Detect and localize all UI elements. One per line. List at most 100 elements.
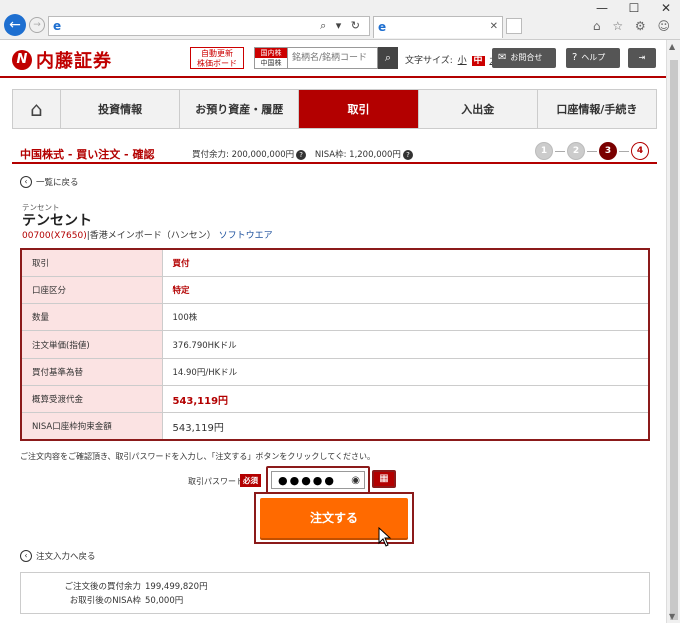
row-value: 543,119円 <box>162 412 649 441</box>
nisa-after-label: お取引後のNISA枠 <box>69 596 141 606</box>
table-row: 数量 100株 <box>21 303 649 332</box>
back-to-input-link[interactable]: ‹ 注文入力へ戻る <box>20 550 96 562</box>
order-summary-box: ご注文後の買付余力 199,499,820円 お取引後のNISA枠 50,000円 <box>20 572 650 614</box>
buying-power-after-label: ご注文後の買付余力 <box>64 582 141 592</box>
address-tools[interactable]: ⌕ ▾ ↻ <box>320 19 363 33</box>
back-to-list-label: 一覧に戻る <box>36 178 79 188</box>
help-circle-icon[interactable]: ? <box>402 149 413 160</box>
logo-mark: N <box>12 50 32 70</box>
stock-sector-link[interactable]: ソフトウエア <box>219 231 273 241</box>
nav-item-account-info[interactable]: 口座情報/手続き <box>537 90 657 128</box>
page-title-bar: 中国株式 - 買い注文 - 確認 買付余力: 200,000,000円? NIS… <box>12 142 657 164</box>
account-info: 買付余力: 200,000,000円? NISA枠: 1,200,000円? <box>192 148 419 160</box>
nav-item-trade[interactable]: 取引 <box>299 90 419 128</box>
back-to-input-label: 注文入力へ戻る <box>36 552 96 562</box>
password-field-wrap: ◉ <box>266 466 370 494</box>
minimize-button[interactable]: — <box>594 1 610 15</box>
font-mid-button[interactable]: 中 <box>471 56 485 66</box>
row-value: 14.90円/HKドル <box>162 358 649 386</box>
step-3: 3 <box>599 142 617 160</box>
market-selector[interactable]: 国内株 中国株 <box>254 47 288 69</box>
table-row: 概算受渡代金 543,119円 <box>21 385 649 414</box>
main-nav: ⌂ 投資情報 お預り資産・履歴 取引 入出金 口座情報/手続き <box>12 89 657 129</box>
mouse-cursor-icon <box>378 527 392 547</box>
help-circle-icon[interactable]: ? <box>296 149 307 160</box>
help-label: ヘルプ <box>581 53 606 62</box>
stock-name: テンセント <box>22 213 92 229</box>
back-arrow-icon[interactable]: ← <box>4 14 26 36</box>
table-row: 注文単価(指値) 376.790HKドル <box>21 330 649 359</box>
search-icon[interactable]: ⌕ <box>378 47 398 69</box>
nav-item-deposit-withdraw[interactable]: 入出金 <box>418 90 538 128</box>
required-badge: 必須 <box>240 474 261 487</box>
buying-power-after-value: 199,499,820円 <box>145 582 208 592</box>
stock-search-input[interactable] <box>288 47 378 69</box>
font-small-button[interactable]: 小 <box>458 56 467 66</box>
step-4: 4 <box>631 142 649 160</box>
market-domestic[interactable]: 国内株 <box>255 48 287 58</box>
row-key: 買付基準為替 <box>21 358 163 386</box>
font-size-label: 文字サイズ: <box>405 56 453 66</box>
tab-close-icon[interactable]: ✕ <box>490 21 498 32</box>
row-key: 数量 <box>21 303 163 332</box>
page-title: 中国株式 - 買い注文 - 確認 <box>20 148 155 161</box>
row-key: 口座区分 <box>21 276 163 305</box>
back-to-list-link[interactable]: ‹ 一覧に戻る <box>20 176 79 188</box>
auto-update-line2: 株価ボード <box>197 59 237 68</box>
row-key: 取引 <box>21 249 163 277</box>
password-label: 取引パスワード <box>188 477 244 486</box>
row-key: NISA口座枠拘束金額 <box>21 412 163 441</box>
table-row: 買付基準為替 14.90円/HKドル <box>21 358 649 386</box>
close-window-button[interactable]: ✕ <box>658 1 674 15</box>
help-button[interactable]: ? ヘルプ <box>566 48 620 68</box>
eye-icon[interactable]: ◉ <box>351 475 360 486</box>
stock-meta: 00700(X7650)|香港メインボード（ハンセン） ソフトウエア <box>22 228 273 241</box>
contact-label: お問合せ <box>510 53 543 62</box>
nav-item-investment-info[interactable]: 投資情報 <box>61 90 181 128</box>
table-row: 取引 買付 <box>21 249 649 277</box>
market-china[interactable]: 中国株 <box>255 58 287 68</box>
question-icon: ? <box>572 52 578 63</box>
scroll-thumb[interactable] <box>670 60 678 620</box>
logo[interactable]: N 内藤証券 <box>12 47 112 73</box>
instruction-text: ご注文内容をご確認頂き、取引パスワードを入力し、「注文する」ボタンをクリックして… <box>20 452 375 461</box>
step-1: 1 <box>535 142 553 160</box>
auto-update-board-button[interactable]: 自動更新 株価ボード <box>190 47 244 69</box>
scroll-up-icon[interactable]: ▲ <box>669 42 675 51</box>
step-indicator: 1 2 3 4 <box>535 142 649 160</box>
table-row: NISA口座枠拘束金額 543,119円 <box>21 412 649 441</box>
chevron-left-icon: ‹ <box>20 176 32 188</box>
home-icon[interactable]: ⌂ <box>13 90 61 128</box>
mail-icon: ✉ <box>498 52 507 63</box>
chevron-left-icon: ‹ <box>20 550 32 562</box>
row-value: 543,119円 <box>162 385 649 414</box>
browser-tab[interactable]: e ✕ <box>373 16 503 38</box>
logo-text: 内藤証券 <box>36 51 112 72</box>
row-value: 特定 <box>162 276 649 305</box>
forward-arrow-icon[interactable]: → <box>29 17 45 33</box>
keyboard-icon[interactable]: ▦ <box>372 470 396 488</box>
browser-chrome: — ☐ ✕ ← → e ⌕ ▾ ↻ e ✕ ⌂ ☆ ⚙ ☺ <box>0 0 680 40</box>
order-confirm-table: 取引 買付 口座区分 特定 数量 100株 注文単価(指値) 376.790HKドル 買付基準為… <box>20 248 650 442</box>
maximize-button[interactable]: ☐ <box>626 1 642 15</box>
window-controls: — ☐ ✕ <box>594 1 674 15</box>
row-value: 376.790HKドル <box>162 330 649 359</box>
ie-icon: e <box>378 20 387 34</box>
table-row: 口座区分 特定 <box>21 276 649 305</box>
auto-update-line1: 自動更新 <box>201 49 233 58</box>
font-size-control: 文字サイズ: 小 中 大 <box>405 53 498 66</box>
buying-power: 買付余力: 200,000,000円 <box>192 150 295 160</box>
contact-button[interactable]: ✉ お問合せ <box>492 48 556 68</box>
browser-tools[interactable]: ⌂ ☆ ⚙ ☺ <box>593 19 674 33</box>
scroll-down-icon[interactable]: ▼ <box>669 612 675 621</box>
logout-icon[interactable]: ⇥ <box>628 48 656 68</box>
new-tab-button[interactable] <box>506 18 522 34</box>
stock-market: |香港メインボード（ハンセン） <box>86 231 216 241</box>
nisa-after-value: 50,000円 <box>145 596 184 606</box>
nav-item-assets-history[interactable]: お預り資産・履歴 <box>180 90 300 128</box>
row-key: 概算受渡代金 <box>21 385 163 414</box>
vertical-scrollbar[interactable]: ▲ ▼ <box>666 40 680 623</box>
address-bar[interactable]: e ⌕ ▾ ↻ <box>48 16 370 36</box>
row-value: 買付 <box>162 249 649 277</box>
stock-code: 00700(X7650) <box>22 231 87 241</box>
